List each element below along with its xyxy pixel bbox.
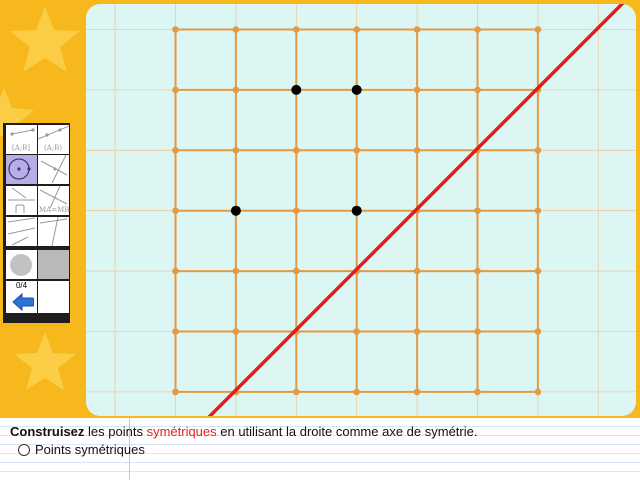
grid-node: [534, 388, 542, 396]
grid-node: [172, 86, 179, 94]
score-panel: 0/4: [6, 281, 37, 313]
circle-tool[interactable]: [6, 155, 37, 184]
grid-node: [172, 207, 179, 214]
grid-node: [413, 86, 421, 94]
instruction-panel: Construisez les points symétriques en ut…: [0, 418, 640, 480]
grid-node: [172, 147, 179, 154]
grid-node: [534, 207, 542, 214]
grid-node: [413, 26, 421, 33]
star-icon: [10, 6, 80, 72]
grid-node: [293, 26, 300, 33]
grid-node: [353, 147, 361, 154]
grid-node: [293, 388, 300, 396]
grid-node: [474, 267, 481, 275]
star-icon: [14, 332, 76, 390]
empty-tool-slot: [38, 281, 69, 313]
grid-node: [413, 328, 421, 335]
grid-node: [293, 147, 300, 154]
grid-node: [474, 26, 481, 33]
grid-node: [293, 207, 300, 214]
color-disc-tool[interactable]: [6, 250, 37, 279]
grid-node: [474, 388, 481, 396]
perpendicular-tool[interactable]: [6, 186, 37, 215]
grid-node: [232, 86, 240, 94]
line-tool[interactable]: (A;B): [38, 125, 69, 154]
grid-node: [534, 328, 542, 335]
grid-node: [413, 388, 421, 396]
grid-node: [534, 26, 542, 33]
instruction-verb: Construisez: [10, 424, 85, 439]
grid-node: [172, 26, 179, 33]
grid-node: [474, 207, 481, 214]
grid-node: [353, 388, 361, 396]
equal-length-tool-label: MA=MB: [39, 206, 69, 214]
grid-node: [413, 147, 421, 154]
instruction-part2: en utilisant la droite comme axe de symé…: [216, 424, 478, 439]
equal-length-tool[interactable]: MA=MB: [38, 186, 69, 215]
grid-node: [232, 328, 240, 335]
option-label: Points symétriques: [35, 442, 145, 457]
line-tool-label: (A;B): [44, 144, 63, 152]
compass-tool[interactable]: [6, 217, 37, 246]
grid-node: [232, 267, 240, 275]
back-arrow-icon[interactable]: [12, 293, 34, 311]
grid-node: [353, 26, 361, 33]
segment-tool-label: [A;B]: [12, 144, 31, 152]
grid-node: [232, 26, 240, 33]
grid-node: [232, 147, 240, 154]
grid-node: [172, 328, 179, 335]
grid-node: [474, 328, 481, 335]
grid-board[interactable]: [86, 4, 636, 416]
ray-tool[interactable]: [38, 155, 69, 184]
grid-node: [534, 267, 542, 275]
instruction-highlight: symétriques: [146, 424, 217, 439]
geometry-canvas[interactable]: [86, 4, 636, 416]
grid-node: [353, 328, 361, 335]
given-point[interactable]: [351, 205, 362, 216]
symmetric-points-option[interactable]: Points symétriques: [18, 442, 145, 457]
radio-button[interactable]: [18, 443, 30, 456]
score-counter: 0/4: [15, 281, 28, 290]
grid-node: [293, 267, 300, 275]
grid-node: [172, 388, 179, 396]
grid-node: [172, 267, 179, 275]
instruction-text: Construisez les points symétriques en ut…: [10, 424, 477, 439]
given-point[interactable]: [291, 84, 302, 95]
tool-palette: [A;B] (A;B) MA=MB 0/4: [3, 123, 70, 323]
segment-tool[interactable]: [A;B]: [6, 125, 37, 154]
grid-node: [413, 267, 421, 275]
grid-node: [474, 86, 481, 94]
ruler-tool[interactable]: [38, 217, 69, 246]
grey-square-tool[interactable]: [38, 250, 69, 279]
instruction-part1: les points: [84, 424, 147, 439]
grid-node: [534, 147, 542, 154]
given-point[interactable]: [351, 84, 362, 95]
given-point[interactable]: [230, 205, 241, 216]
